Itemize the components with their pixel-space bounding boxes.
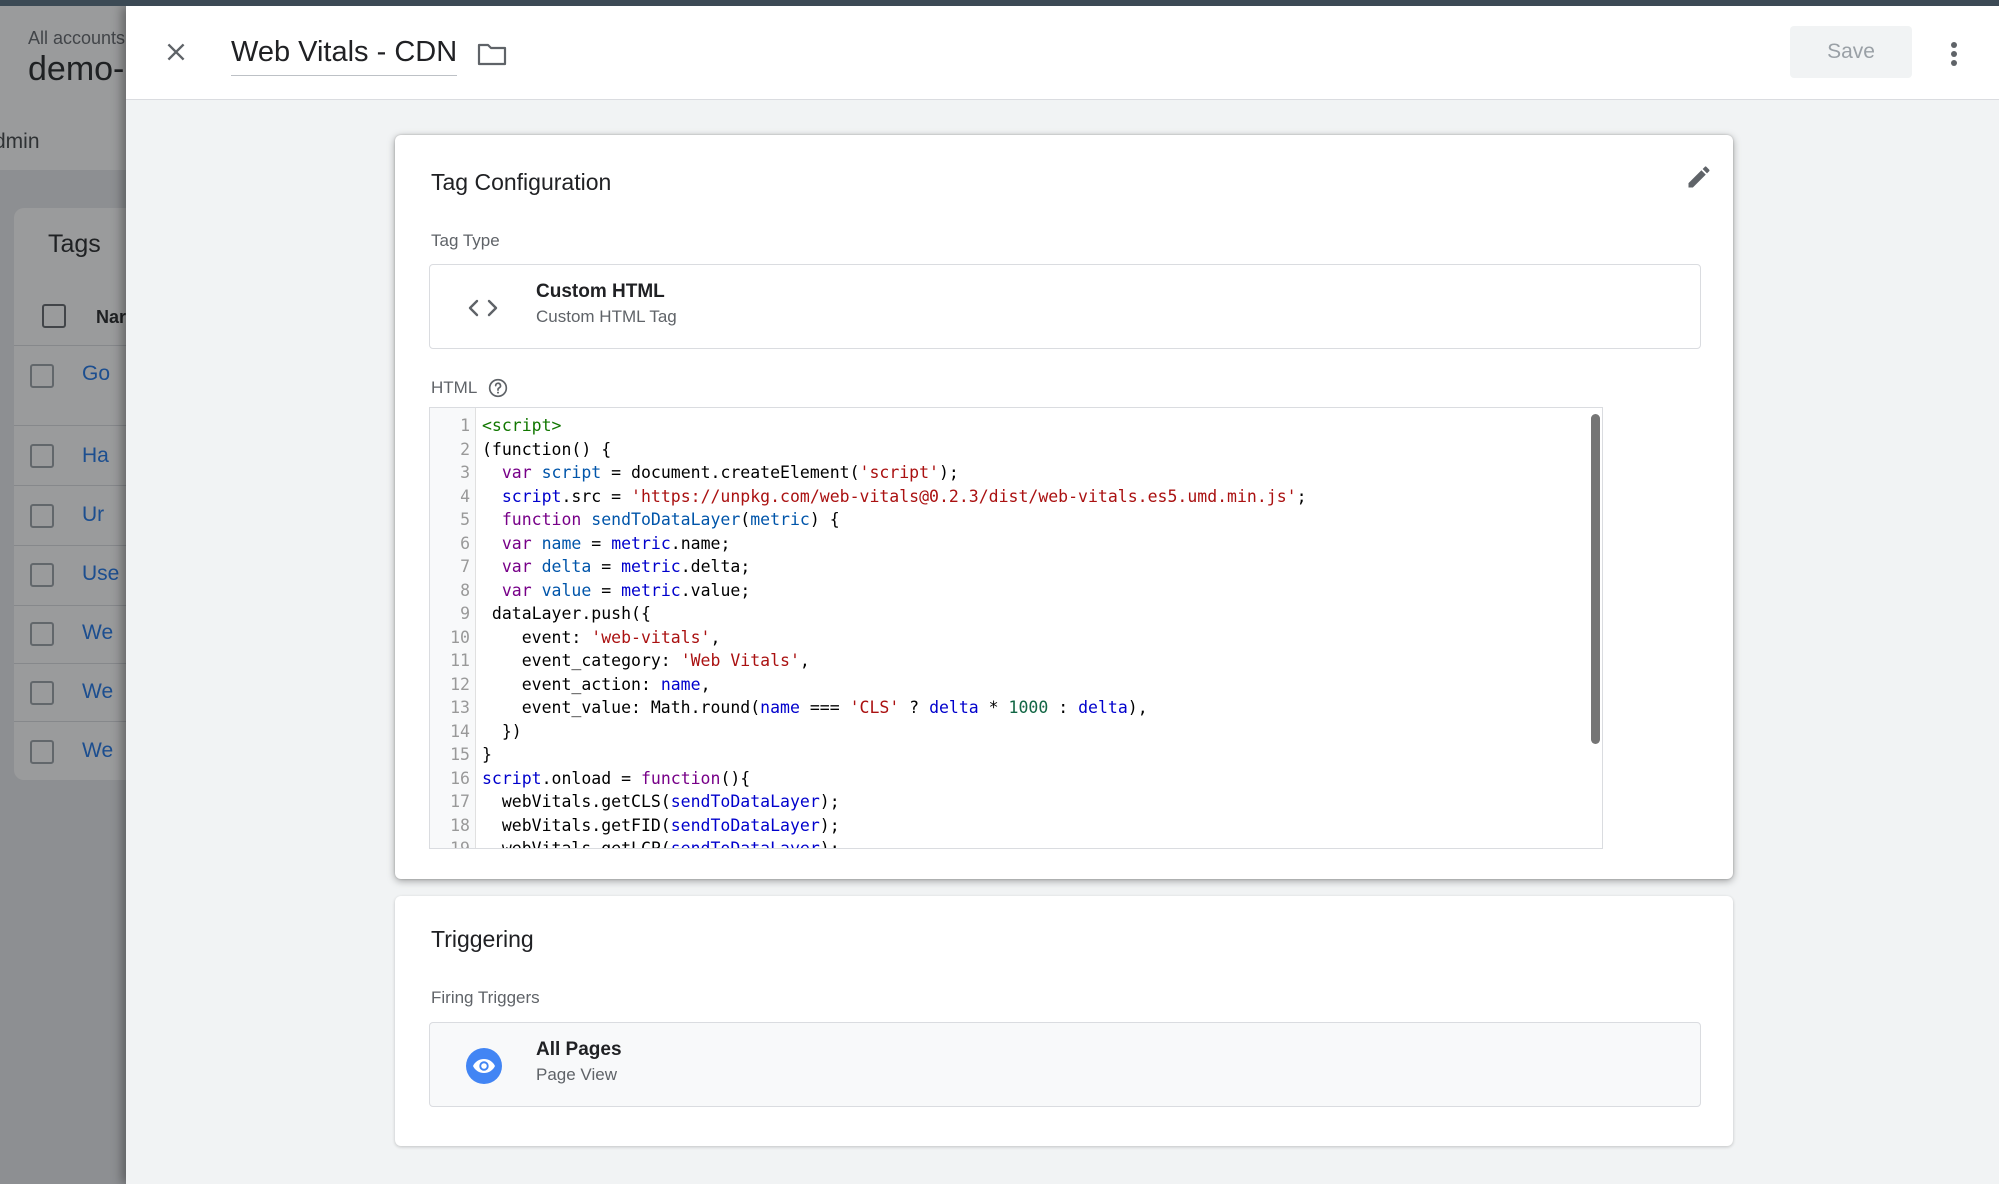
- tag-type-name: Custom HTML: [536, 281, 665, 302]
- tag-configuration-title: Tag Configuration: [431, 169, 612, 195]
- code-line: 15}: [430, 743, 1602, 767]
- line-number: 5: [460, 510, 470, 529]
- code-text: webVitals.getCLS(sendToDataLayer);: [482, 792, 840, 811]
- code-line: 8 var value = metric.value;: [430, 579, 1602, 603]
- code-line: 2 (function() {: [430, 438, 1602, 462]
- code-text: script.onload = function(){: [482, 768, 751, 788]
- tag-type-label: Tag Type: [431, 231, 500, 250]
- code-line: 18 webVitals.getFID(sendToDataLayer);: [430, 814, 1602, 838]
- line-number: 6: [460, 533, 470, 553]
- line-number: 7: [460, 557, 470, 576]
- line-number: 19: [450, 839, 470, 849]
- code-line: 4 script.src = 'https://unpkg.com/web-vi…: [430, 485, 1602, 509]
- code-line: 10 event: 'web-vitals',: [430, 626, 1602, 650]
- line-number: 12: [450, 674, 470, 694]
- code-line: 1 <script>: [430, 414, 1602, 438]
- code-text: }): [482, 721, 522, 741]
- tag-type-description: Custom HTML Tag: [536, 307, 677, 326]
- trigger-type: Page View: [536, 1065, 617, 1084]
- help-icon[interactable]: [487, 377, 509, 399]
- code-text: var value = metric.value;: [501, 580, 751, 600]
- code-line: 12 event_action: name,: [430, 673, 1602, 697]
- code-line: 7 var delta = metric.delta;: [430, 555, 1602, 579]
- close-button[interactable]: [158, 34, 194, 70]
- trigger-name: All Pages: [536, 1039, 622, 1060]
- top-strip: [0, 0, 1999, 6]
- panel-header: Web Vitals - CDN Save: [126, 6, 1999, 100]
- tag-configuration-card: Tag Configuration Tag Type Custom HTML C…: [395, 135, 1733, 879]
- code-text: event_category: 'Web Vitals',: [482, 651, 810, 670]
- line-number: 13: [450, 698, 470, 717]
- line-number: 3: [460, 463, 470, 482]
- html-label: HTML: [431, 378, 478, 397]
- html-label-row: HTML: [431, 377, 509, 399]
- line-number: 2: [460, 439, 470, 459]
- line-number: 11: [450, 651, 470, 670]
- code-line: 13 event_value: Math.round(name === 'CLS…: [430, 696, 1602, 720]
- code-editor-scrollbar[interactable]: [1591, 414, 1600, 744]
- line-number: 9: [460, 604, 470, 623]
- save-button[interactable]: Save: [1790, 26, 1912, 78]
- line-number: 4: [460, 486, 470, 506]
- code-line: 11 event_category: 'Web Vitals',: [430, 649, 1602, 673]
- code-text: dataLayer.push({: [482, 604, 651, 623]
- tag-editor-panel: Web Vitals - CDN Save Tag Configuration …: [126, 6, 1999, 1184]
- modal-scrim[interactable]: [0, 0, 126, 1184]
- code-text: webVitals.getFID(sendToDataLayer);: [482, 815, 840, 835]
- triggering-card: Triggering Firing Triggers All Pages Pag…: [395, 896, 1733, 1146]
- tag-type-selector[interactable]: Custom HTML Custom HTML Tag: [429, 264, 1701, 349]
- code-text: function sendToDataLayer(metric) {: [501, 510, 840, 529]
- code-line: 17 webVitals.getCLS(sendToDataLayer);: [430, 790, 1602, 814]
- code-text: event: 'web-vitals',: [482, 627, 721, 647]
- code-text: event_action: name,: [482, 674, 711, 694]
- trigger-all-pages[interactable]: All Pages Page View: [429, 1022, 1701, 1107]
- html-code-editor[interactable]: 1 <script> 2 (function() {3 var script = do…: [429, 407, 1603, 849]
- more-options-button[interactable]: [1936, 34, 1972, 74]
- folder-button[interactable]: [474, 36, 510, 72]
- code-text: <script>: [482, 416, 562, 435]
- line-number: 1: [460, 416, 470, 435]
- triggering-title: Triggering: [431, 926, 534, 952]
- line-number: 16: [450, 768, 470, 788]
- code-line: 6 var name = metric.name;: [430, 532, 1602, 556]
- line-number: 14: [450, 721, 470, 741]
- line-number: 17: [450, 792, 470, 811]
- line-number: 15: [450, 745, 470, 764]
- code-line: 5 function sendToDataLayer(metric) {: [430, 508, 1602, 532]
- code-text: }: [482, 745, 492, 764]
- more-vert-icon: [1951, 42, 1957, 66]
- code-line: 19 webVitals.getLCP(sendToDataLayer);: [430, 837, 1602, 849]
- code-line: 9 dataLayer.push({: [430, 602, 1602, 626]
- close-icon: [167, 43, 185, 61]
- code-text: var name = metric.name;: [501, 533, 731, 553]
- eye-icon: [466, 1048, 502, 1084]
- code-line: 14 }): [430, 720, 1602, 744]
- code-text: var script = document.createElement('scr…: [501, 463, 959, 482]
- code-line: 3 var script = document.createElement('s…: [430, 461, 1602, 485]
- line-number: 18: [450, 815, 470, 835]
- code-lines: 1 <script> 2 (function() {3 var script = do…: [430, 414, 1602, 849]
- code-line: 16 script.onload = function(){: [430, 767, 1602, 791]
- line-number: 8: [460, 580, 470, 600]
- code-text: var delta = metric.delta;: [501, 557, 751, 576]
- line-number: 10: [450, 627, 470, 647]
- code-text: webVitals.getLCP(sendToDataLayer);: [482, 839, 840, 849]
- pencil-icon: [1688, 166, 1710, 188]
- edit-configuration-button[interactable]: [1681, 159, 1717, 195]
- code-text: event_value: Math.round(name === 'CLS' ?…: [482, 698, 1148, 717]
- code-text: script.src = 'https://unpkg.com/web-vita…: [501, 486, 1307, 506]
- firing-triggers-label: Firing Triggers: [431, 988, 540, 1007]
- folder-icon: [477, 43, 507, 66]
- code-brackets-icon: [466, 291, 500, 325]
- tag-name-field[interactable]: Web Vitals - CDN: [231, 36, 458, 76]
- code-text: (function() {: [482, 439, 612, 459]
